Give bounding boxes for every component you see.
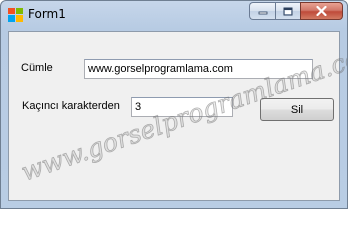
maximize-icon <box>283 7 293 15</box>
title-bar[interactable]: Form1 <box>1 1 347 29</box>
char-position-input[interactable]: 3 <box>131 97 233 117</box>
char-position-label: Kaçıncı karakterden <box>22 100 120 112</box>
window-controls <box>249 2 343 21</box>
form-client-area: Cümle www.gorselprogramlama.com Kaçıncı … <box>8 31 340 201</box>
minimize-icon <box>258 11 267 15</box>
close-button[interactable] <box>300 2 343 20</box>
close-icon <box>316 6 327 16</box>
delete-button[interactable]: Sil <box>260 98 334 121</box>
windows-form-icon <box>8 8 23 22</box>
window-title: Form1 <box>28 7 66 21</box>
maximize-button[interactable] <box>275 2 300 20</box>
sentence-input[interactable]: www.gorselprogramlama.com <box>84 59 313 79</box>
sentence-label: Cümle <box>21 62 53 74</box>
minimize-button[interactable] <box>249 2 275 20</box>
form-window: Form1 Cümle www.gorselprogramlama.com Ka… <box>0 0 348 209</box>
